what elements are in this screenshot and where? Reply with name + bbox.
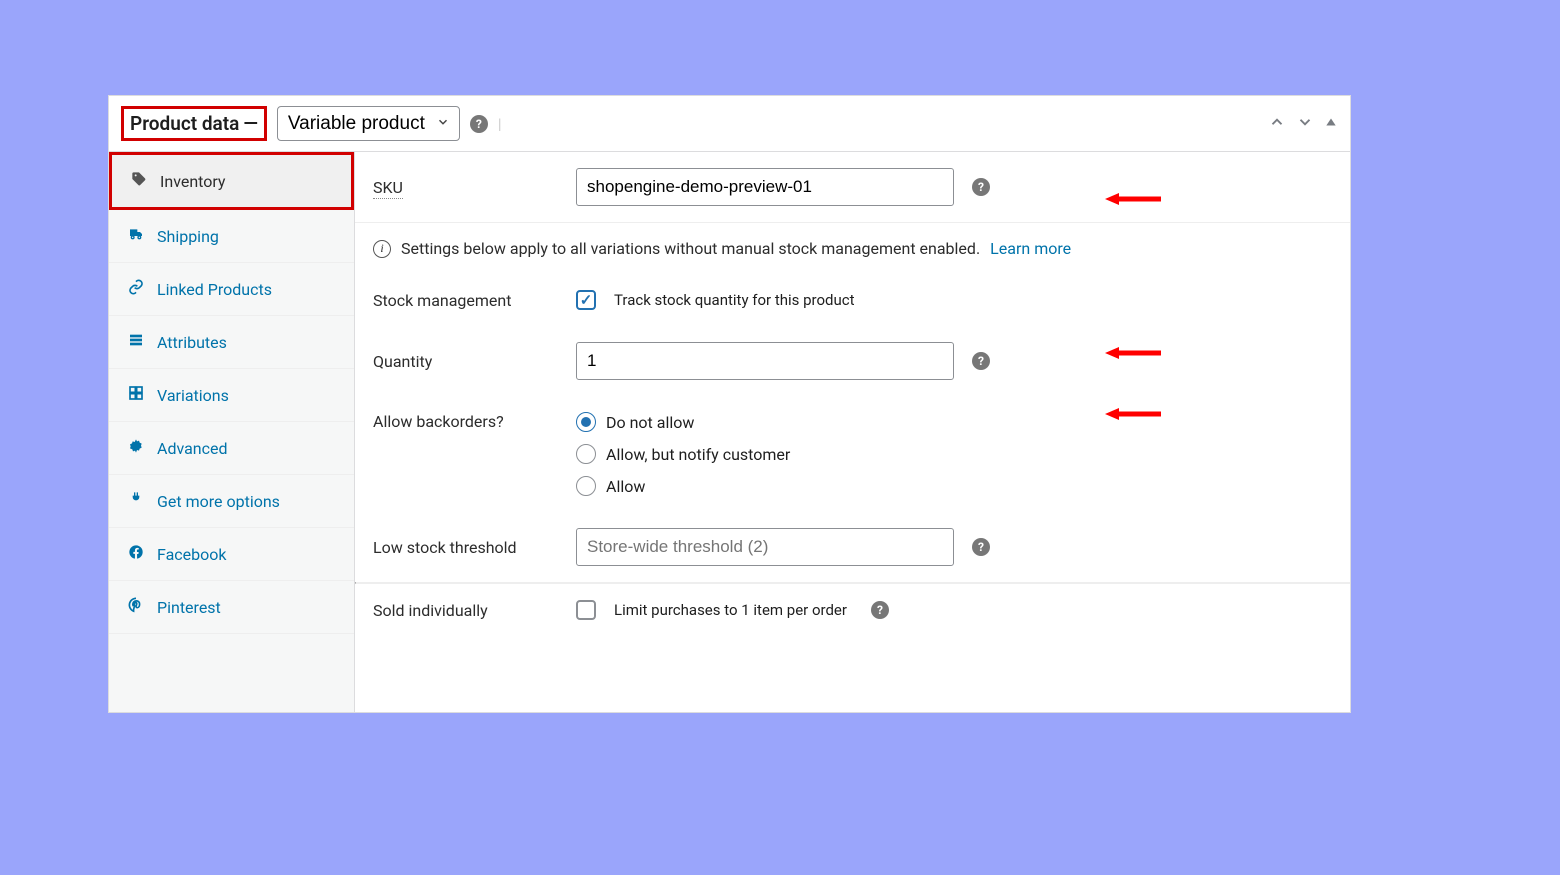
sku-label: SKU bbox=[373, 178, 403, 199]
sidebar-item-label: Pinterest bbox=[157, 598, 221, 617]
pinterest-icon bbox=[127, 597, 145, 617]
info-row: i Settings below apply to all variations… bbox=[355, 222, 1350, 274]
info-icon: i bbox=[373, 240, 391, 258]
help-icon[interactable]: ? bbox=[972, 538, 990, 556]
help-icon[interactable]: ? bbox=[871, 601, 889, 619]
sold-individually-label: Sold individually bbox=[373, 601, 558, 620]
annotation-arrow bbox=[1105, 406, 1161, 420]
sidebar-item-pinterest[interactable]: Pinterest bbox=[109, 581, 354, 634]
sidebar-item-label: Linked Products bbox=[157, 280, 272, 299]
gear-icon bbox=[127, 438, 145, 458]
sidebar-item-more-options[interactable]: Get more options bbox=[109, 475, 354, 528]
sidebar-item-shipping[interactable]: Shipping bbox=[109, 210, 354, 263]
help-icon[interactable]: ? bbox=[470, 115, 488, 133]
sidebar-item-label: Get more options bbox=[157, 492, 280, 511]
quantity-input[interactable] bbox=[576, 342, 954, 380]
radio-label: Allow, but notify customer bbox=[606, 445, 790, 464]
stock-mgmt-label: Stock management bbox=[373, 291, 558, 310]
backorders-label: Allow backorders? bbox=[373, 412, 558, 431]
backorders-row: Allow backorders? Do not allow Allow, bu… bbox=[355, 396, 1350, 512]
radio-icon bbox=[576, 412, 596, 432]
sold-individually-checkbox-label: Limit purchases to 1 item per order bbox=[614, 601, 847, 619]
stock-mgmt-checkbox-label: Track stock quantity for this product bbox=[614, 291, 855, 309]
stock-mgmt-checkbox[interactable]: ✓ bbox=[576, 290, 596, 310]
sold-individually-row: Sold individually ✓ Limit purchases to 1… bbox=[355, 584, 1350, 636]
grid-icon bbox=[127, 385, 145, 405]
low-stock-input[interactable] bbox=[576, 528, 954, 566]
sku-row: SKU ? bbox=[355, 152, 1350, 222]
sidebar-item-label: Attributes bbox=[157, 333, 227, 352]
product-type-select-wrap: Variable product bbox=[277, 106, 460, 141]
sidebar-item-inventory[interactable]: Inventory bbox=[109, 152, 354, 210]
radio-icon bbox=[576, 444, 596, 464]
link-icon bbox=[127, 279, 145, 299]
sidebar-item-label: Shipping bbox=[157, 227, 219, 246]
help-icon[interactable]: ? bbox=[972, 178, 990, 196]
sidebar: Inventory Shipping Linked Products Attri… bbox=[109, 152, 355, 712]
sidebar-item-advanced[interactable]: Advanced bbox=[109, 422, 354, 475]
move-up-icon[interactable] bbox=[1268, 113, 1286, 135]
annotation-arrow bbox=[1105, 191, 1161, 205]
backorder-option[interactable]: Do not allow bbox=[576, 412, 790, 432]
product-data-panel: Product data — Variable product ? | Inve… bbox=[108, 95, 1351, 713]
sidebar-item-linked[interactable]: Linked Products bbox=[109, 263, 354, 316]
move-down-icon[interactable] bbox=[1296, 113, 1314, 135]
facebook-icon bbox=[127, 544, 145, 564]
truck-icon bbox=[127, 226, 145, 246]
sidebar-item-attributes[interactable]: Attributes bbox=[109, 316, 354, 369]
panel-title: Product data — bbox=[121, 106, 267, 141]
sku-input[interactable] bbox=[576, 168, 954, 206]
radio-label: Allow bbox=[606, 477, 645, 496]
toggle-icon[interactable] bbox=[1324, 115, 1338, 133]
sidebar-item-label: Advanced bbox=[157, 439, 228, 458]
tag-icon bbox=[130, 171, 148, 191]
low-stock-label: Low stock threshold bbox=[373, 538, 558, 557]
help-icon[interactable]: ? bbox=[972, 352, 990, 370]
annotation-arrow bbox=[1105, 345, 1161, 359]
plug-icon bbox=[127, 491, 145, 511]
radio-label: Do not allow bbox=[606, 413, 694, 432]
quantity-label: Quantity bbox=[373, 352, 558, 371]
backorder-option[interactable]: Allow bbox=[576, 476, 790, 496]
sidebar-item-variations[interactable]: Variations bbox=[109, 369, 354, 422]
radio-icon bbox=[576, 476, 596, 496]
panel-controls bbox=[1268, 113, 1338, 135]
panel-header: Product data — Variable product ? | bbox=[109, 96, 1350, 152]
sidebar-item-label: Inventory bbox=[160, 172, 226, 191]
inventory-content: SKU ? i Settings below apply to all vari… bbox=[355, 152, 1350, 712]
stock-management-row: Stock management ✓ Track stock quantity … bbox=[355, 274, 1350, 326]
sidebar-item-label: Variations bbox=[157, 386, 229, 405]
low-stock-row: Low stock threshold ? bbox=[355, 512, 1350, 582]
info-text: Settings below apply to all variations w… bbox=[401, 239, 980, 258]
divider: | bbox=[498, 115, 502, 133]
list-icon bbox=[127, 332, 145, 352]
panel-title-text: Product data bbox=[130, 112, 239, 135]
sidebar-item-facebook[interactable]: Facebook bbox=[109, 528, 354, 581]
backorders-radio-group: Do not allow Allow, but notify customer … bbox=[576, 412, 790, 496]
sidebar-item-label: Facebook bbox=[157, 545, 226, 564]
sold-individually-checkbox[interactable]: ✓ bbox=[576, 600, 596, 620]
product-type-select[interactable]: Variable product bbox=[277, 106, 460, 141]
backorder-option[interactable]: Allow, but notify customer bbox=[576, 444, 790, 464]
quantity-row: Quantity ? bbox=[355, 326, 1350, 396]
learn-more-link[interactable]: Learn more bbox=[990, 239, 1071, 258]
panel-title-dash: — bbox=[243, 112, 258, 135]
